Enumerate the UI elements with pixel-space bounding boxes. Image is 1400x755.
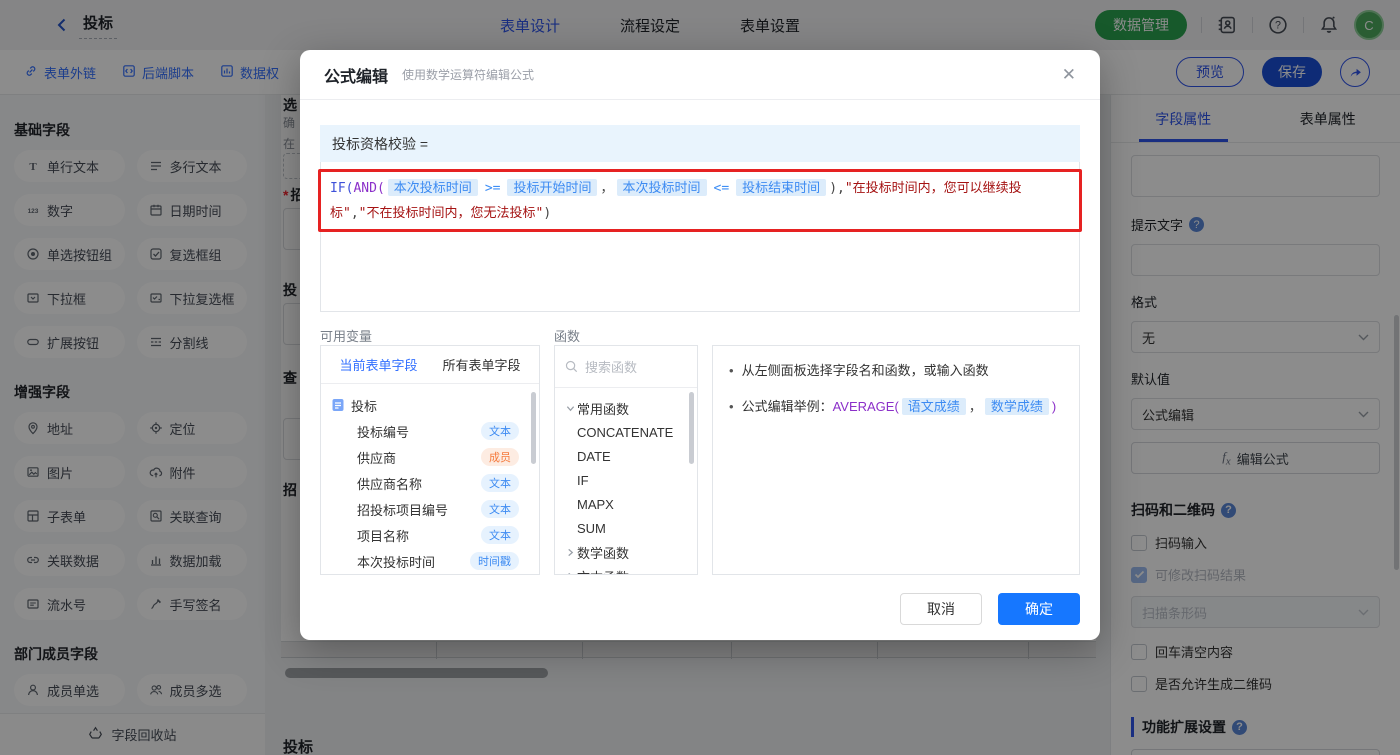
functions-label: 函数 bbox=[554, 329, 581, 344]
formula-token: ， bbox=[600, 181, 614, 196]
modal-subtitle: 使用数学运算符编辑公式 bbox=[402, 68, 535, 82]
help-line: 从左侧面板选择字段名和函数，或输入函数 bbox=[741, 363, 989, 378]
chevron-right-icon bbox=[563, 548, 577, 557]
formula-field-chip[interactable]: 投标结束时间 bbox=[736, 179, 827, 196]
field-type-badge: 文本 bbox=[481, 422, 519, 440]
function-item-IF[interactable]: IF bbox=[563, 468, 693, 492]
help-line: 公式编辑举例：AVERAGE(语文成绩，数学成绩) bbox=[741, 398, 1057, 415]
variable-form-node[interactable]: 投标 bbox=[331, 392, 533, 418]
formula-assign-bar: 投标资格校验 = bbox=[320, 125, 1080, 162]
cancel-button[interactable]: 取消 bbox=[900, 593, 982, 625]
modal-title: 公式编辑 bbox=[324, 68, 389, 86]
tab-current-form-fields[interactable]: 当前表单字段 bbox=[339, 355, 417, 374]
variables-scrollbar[interactable] bbox=[531, 392, 536, 464]
field-type-badge: 文本 bbox=[481, 500, 519, 518]
search-icon bbox=[565, 360, 578, 373]
formula-token: >= bbox=[484, 181, 501, 196]
formula-editor[interactable]: IF(AND(本次投标时间 >= 投标开始时间，本次投标时间 <= 投标结束时间),"在… bbox=[318, 162, 1082, 312]
formula-edit-modal: 公式编辑 使用数学运算符编辑公式 ✕ 投标资格校验 = IF(AND(本次投标时… bbox=[300, 50, 1100, 640]
formula-field-chip[interactable]: 本次投标时间 bbox=[387, 179, 478, 196]
formula-token: IF( bbox=[330, 181, 354, 196]
variable-item-项目名称[interactable]: 项目名称 文本 bbox=[331, 522, 533, 548]
formula-token: <= bbox=[713, 181, 730, 196]
formula-token: ) bbox=[543, 206, 552, 221]
formula-help-panel: • 从左侧面板选择字段名和函数，或输入函数 • 公式编辑举例：AVERAGE(语文成… bbox=[712, 345, 1080, 575]
function-group-数学函数[interactable]: 数学函数 bbox=[563, 540, 693, 564]
function-group-文本函数[interactable]: 文本函数 bbox=[563, 564, 693, 574]
functions-scrollbar[interactable] bbox=[689, 392, 694, 464]
function-item-CONCATENATE[interactable]: CONCATENATE bbox=[563, 420, 693, 444]
formula-token: "不在投标时间内，您无法投标" bbox=[358, 206, 544, 221]
field-type-badge: 时间戳 bbox=[470, 552, 519, 570]
chevron-right-icon bbox=[563, 572, 577, 574]
function-item-MAPX[interactable]: MAPX bbox=[563, 492, 693, 516]
function-item-SUM[interactable]: SUM bbox=[563, 516, 693, 540]
variable-item-投标编号[interactable]: 投标编号 文本 bbox=[331, 418, 533, 444]
field-type-badge: 文本 bbox=[481, 474, 519, 492]
field-type-badge: 成员 bbox=[481, 448, 519, 466]
variable-item-招投标项目编号[interactable]: 招投标项目编号 文本 bbox=[331, 496, 533, 522]
chevron-down-icon bbox=[563, 404, 577, 413]
formula-highlight-box: IF(AND(本次投标时间 >= 投标开始时间，本次投标时间 <= 投标结束时间),"在… bbox=[318, 169, 1082, 232]
formula-field-chip[interactable]: 投标开始时间 bbox=[507, 179, 598, 196]
variable-item-供应商名称[interactable]: 供应商名称 文本 bbox=[331, 470, 533, 496]
function-search-input[interactable]: 搜索函数 bbox=[555, 346, 697, 388]
variables-panel: 当前表单字段 所有表单字段 投标 投标编号 文本 供应商 成员 供应商名称 文本 招投标项目编… bbox=[320, 345, 540, 575]
formula-token: ), bbox=[829, 181, 845, 196]
function-item-DATE[interactable]: DATE bbox=[563, 444, 693, 468]
formula-token: AND( bbox=[353, 181, 385, 196]
form-doc-icon bbox=[332, 399, 344, 411]
functions-panel: 搜索函数 常用函数CONCATENATEDATEIFMAPXSUM数学函数文本函… bbox=[554, 345, 698, 575]
confirm-button[interactable]: 确定 bbox=[998, 593, 1080, 625]
tab-all-form-fields[interactable]: 所有表单字段 bbox=[442, 355, 520, 374]
close-icon[interactable]: ✕ bbox=[1062, 66, 1076, 83]
variable-item-供应商[interactable]: 供应商 成员 bbox=[331, 444, 533, 470]
field-type-badge: 文本 bbox=[481, 526, 519, 544]
function-group-常用函数[interactable]: 常用函数 bbox=[563, 396, 693, 420]
search-placeholder: 搜索函数 bbox=[585, 360, 638, 375]
variables-label: 可用变量 bbox=[320, 329, 373, 344]
variable-item-本次投标时间[interactable]: 本次投标时间 时间戳 bbox=[331, 548, 533, 574]
formula-token: , bbox=[350, 206, 359, 221]
formula-field-chip[interactable]: 本次投标时间 bbox=[616, 179, 707, 196]
